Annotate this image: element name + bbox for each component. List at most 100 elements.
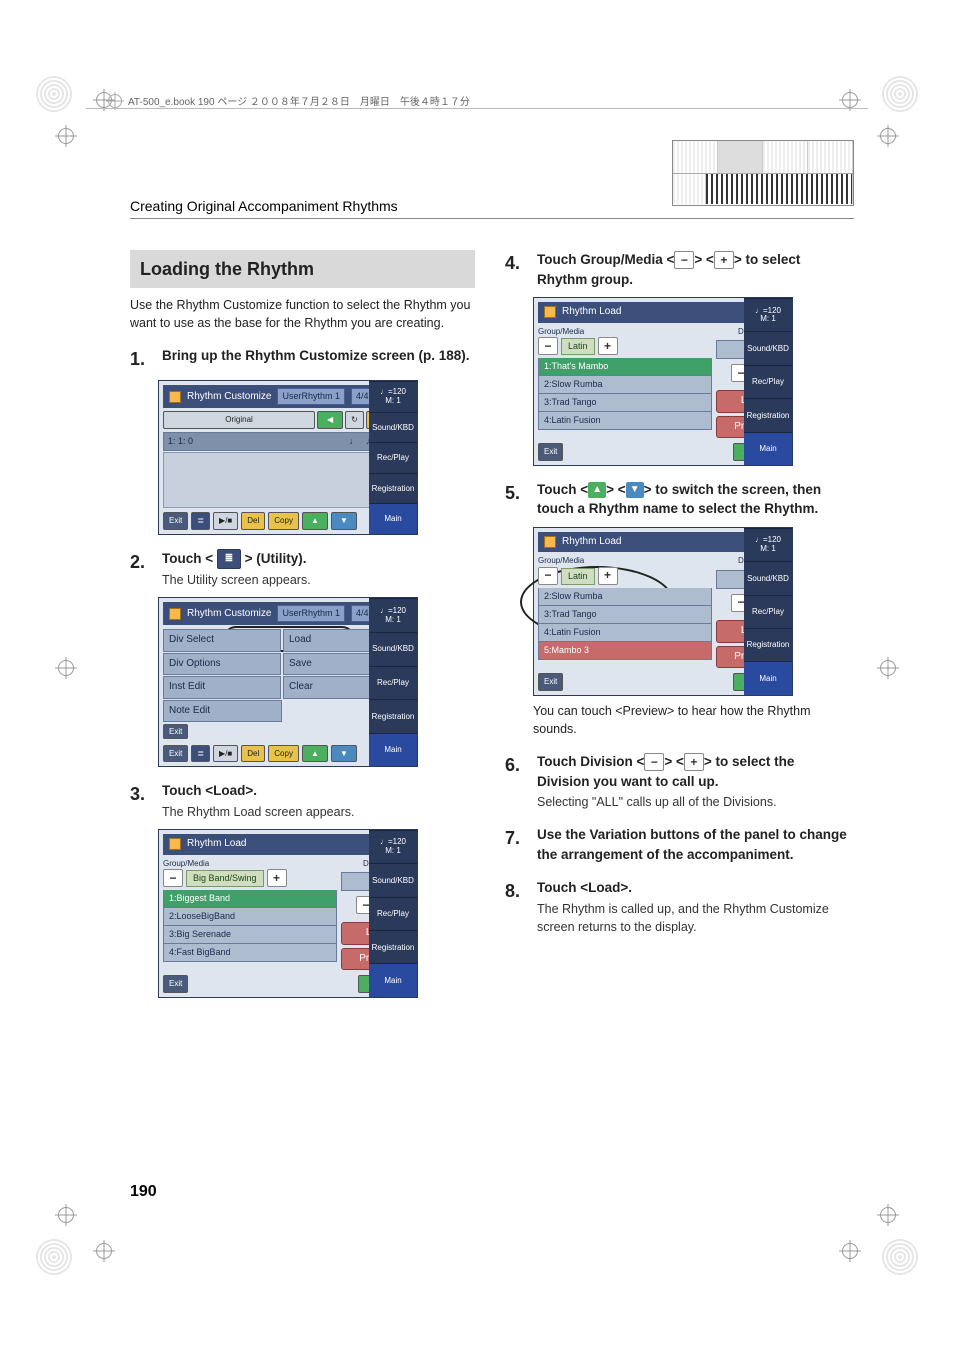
copy-button: Copy: [268, 512, 299, 530]
header-rule: [86, 108, 868, 109]
page: AT-500_e.book 190 ページ ２００８年７月２８日 月曜日 午後４…: [0, 0, 954, 1351]
book-header: AT-500_e.book 190 ページ ２００８年７月２８日 月曜日 午後４…: [108, 93, 470, 108]
utility-icon: ≣: [191, 512, 210, 530]
side-sound: Sound/KBD: [369, 632, 417, 666]
plus-icon: +: [267, 869, 287, 887]
step-8: 8. Touch <Load>. The Rhythm is called up…: [505, 878, 850, 936]
folder-icon: [169, 838, 181, 850]
t-pre: Touch Division <: [537, 754, 644, 769]
down-triangle-icon: ▼: [626, 482, 644, 498]
side-reg: Registration: [744, 628, 792, 661]
chapter-heading: Creating Original Accompaniment Rhythms: [130, 198, 398, 214]
side-sound: Sound/KBD: [369, 863, 417, 896]
t-mid: > <: [606, 482, 626, 497]
list-item: 1:That's Mambo: [538, 358, 712, 376]
side-rec: Rec/Play: [369, 897, 417, 930]
up-icon: ▲: [302, 745, 328, 763]
side-sound: Sound/KBD: [744, 561, 792, 594]
shot-title: Rhythm Load: [187, 837, 246, 852]
shot-title: Rhythm Load: [562, 535, 621, 550]
side-main: Main: [369, 963, 417, 996]
position-value: 1: 1: 0: [168, 435, 193, 448]
step-3: 3. Touch <Load>. The Rhythm Load screen …: [130, 781, 475, 821]
group-value: Latin: [561, 568, 595, 585]
step-title: Touch < ≣ > (Utility).: [162, 549, 475, 569]
shot-title: Rhythm Customize: [187, 390, 271, 405]
utility-icon: ≣: [217, 549, 241, 569]
step-number: 7.: [505, 825, 529, 864]
list-item: 2:Slow Rumba: [538, 376, 712, 394]
minus-icon: −: [538, 337, 558, 355]
step-note: The Rhythm is called up, and the Rhythm …: [537, 900, 850, 936]
side-sound: Sound/KBD: [744, 331, 792, 364]
step-title: Touch Division <−> <+> to select the Div…: [537, 752, 850, 791]
shot-title: Rhythm Load: [562, 305, 621, 320]
group-label: Group/Media: [538, 555, 712, 567]
side-tempo: ♩=120M: 1: [369, 830, 417, 863]
side-sound: Sound/KBD: [369, 412, 417, 442]
folder-icon: [544, 536, 556, 548]
side-main: Main: [744, 432, 792, 465]
side-main: Main: [369, 733, 417, 767]
step-number: 5.: [505, 480, 529, 519]
util-div-options: Div Options: [163, 653, 281, 676]
step-note: The Rhythm Load screen appears.: [162, 803, 475, 821]
group-value: Latin: [561, 338, 595, 355]
side-tempo: ♩=120M: 1: [744, 298, 792, 331]
reg-mark-icon: [108, 94, 122, 108]
side-tempo: ♩=120M: 1: [369, 598, 417, 632]
side-reg: Registration: [369, 473, 417, 503]
loop-icon: ↻: [345, 411, 364, 429]
side-tempo: ♩=120M: 1: [369, 381, 417, 411]
reg-mark-icon: [880, 1207, 896, 1223]
del-button: Del: [241, 745, 265, 763]
side-rec: Rec/Play: [369, 442, 417, 472]
section-title: Loading the Rhythm: [130, 250, 475, 288]
side-tempo: ♩=120M: 1: [744, 528, 792, 561]
reg-mark-icon: [58, 1207, 74, 1223]
list-item-selected: 5:Mambo 3: [538, 642, 712, 660]
del-button: Del: [241, 512, 265, 530]
crop-ornament-br: [880, 1237, 920, 1277]
exit-button: Exit: [163, 512, 188, 530]
step-1: 1. Bring up the Rhythm Customize screen …: [130, 346, 475, 372]
t-pre: Touch <: [537, 482, 588, 497]
left-column: Loading the Rhythm Use the Rhythm Custom…: [130, 250, 475, 1002]
inner-exit-button: Exit: [163, 724, 188, 739]
folder-icon: [169, 608, 181, 620]
step-title-post: > (Utility).: [245, 551, 307, 566]
step-2: 2. Touch < ≣ > (Utility). The Utility sc…: [130, 549, 475, 590]
step-number: 6.: [505, 752, 529, 811]
screenshot-rhythm-load-latin: Rhythm Load Dest:All Group/Media − Latin…: [533, 297, 793, 466]
up-triangle-icon: ▲: [588, 482, 606, 498]
list-item: 3:Big Serenade: [163, 926, 337, 944]
right-column: 4. Touch Group/Media <−> <+> to select R…: [505, 250, 850, 1002]
t-pre: Touch Group/Media <: [537, 252, 674, 267]
list-item: 4:Latin Fusion: [538, 624, 712, 642]
side-main: Main: [369, 503, 417, 533]
plus-icon: +: [598, 337, 618, 355]
screenshot-rhythm-load-bigband: Rhythm Load Dest:All Group/Media − Big B…: [158, 829, 418, 998]
util-inst-edit: Inst Edit: [163, 676, 281, 699]
group-label: Group/Media: [163, 858, 337, 870]
minus-icon: −: [644, 753, 664, 771]
chapter-rule: [130, 218, 854, 219]
list-item: 1:Biggest Band: [163, 890, 337, 908]
step-4: 4. Touch Group/Media <−> <+> to select R…: [505, 250, 850, 289]
reg-mark-icon: [842, 92, 858, 108]
step-title: Touch <▲> <▼> to switch the screen, then…: [537, 480, 850, 519]
up-icon: ▲: [302, 512, 328, 530]
panel-diagram: [672, 140, 854, 206]
badge-user: UserRhythm 1: [277, 388, 345, 405]
header-text: AT-500_e.book 190 ページ ２００８年７月２８日 月曜日 午後４…: [128, 93, 470, 108]
side-reg: Registration: [369, 699, 417, 733]
reg-mark-icon: [842, 1243, 858, 1259]
screenshot-utility: Rhythm Customize UserRhythm 1 4/4 Div Se…: [158, 597, 418, 767]
down-icon: ▼: [331, 512, 357, 530]
list-item: 4:Fast BigBand: [163, 944, 337, 962]
list-item: 2:Slow Rumba: [538, 588, 712, 606]
step-title: Touch Group/Media <−> <+> to select Rhyt…: [537, 250, 850, 289]
side-reg: Registration: [369, 930, 417, 963]
minus-icon: −: [674, 251, 694, 269]
reg-mark-icon: [96, 1243, 112, 1259]
